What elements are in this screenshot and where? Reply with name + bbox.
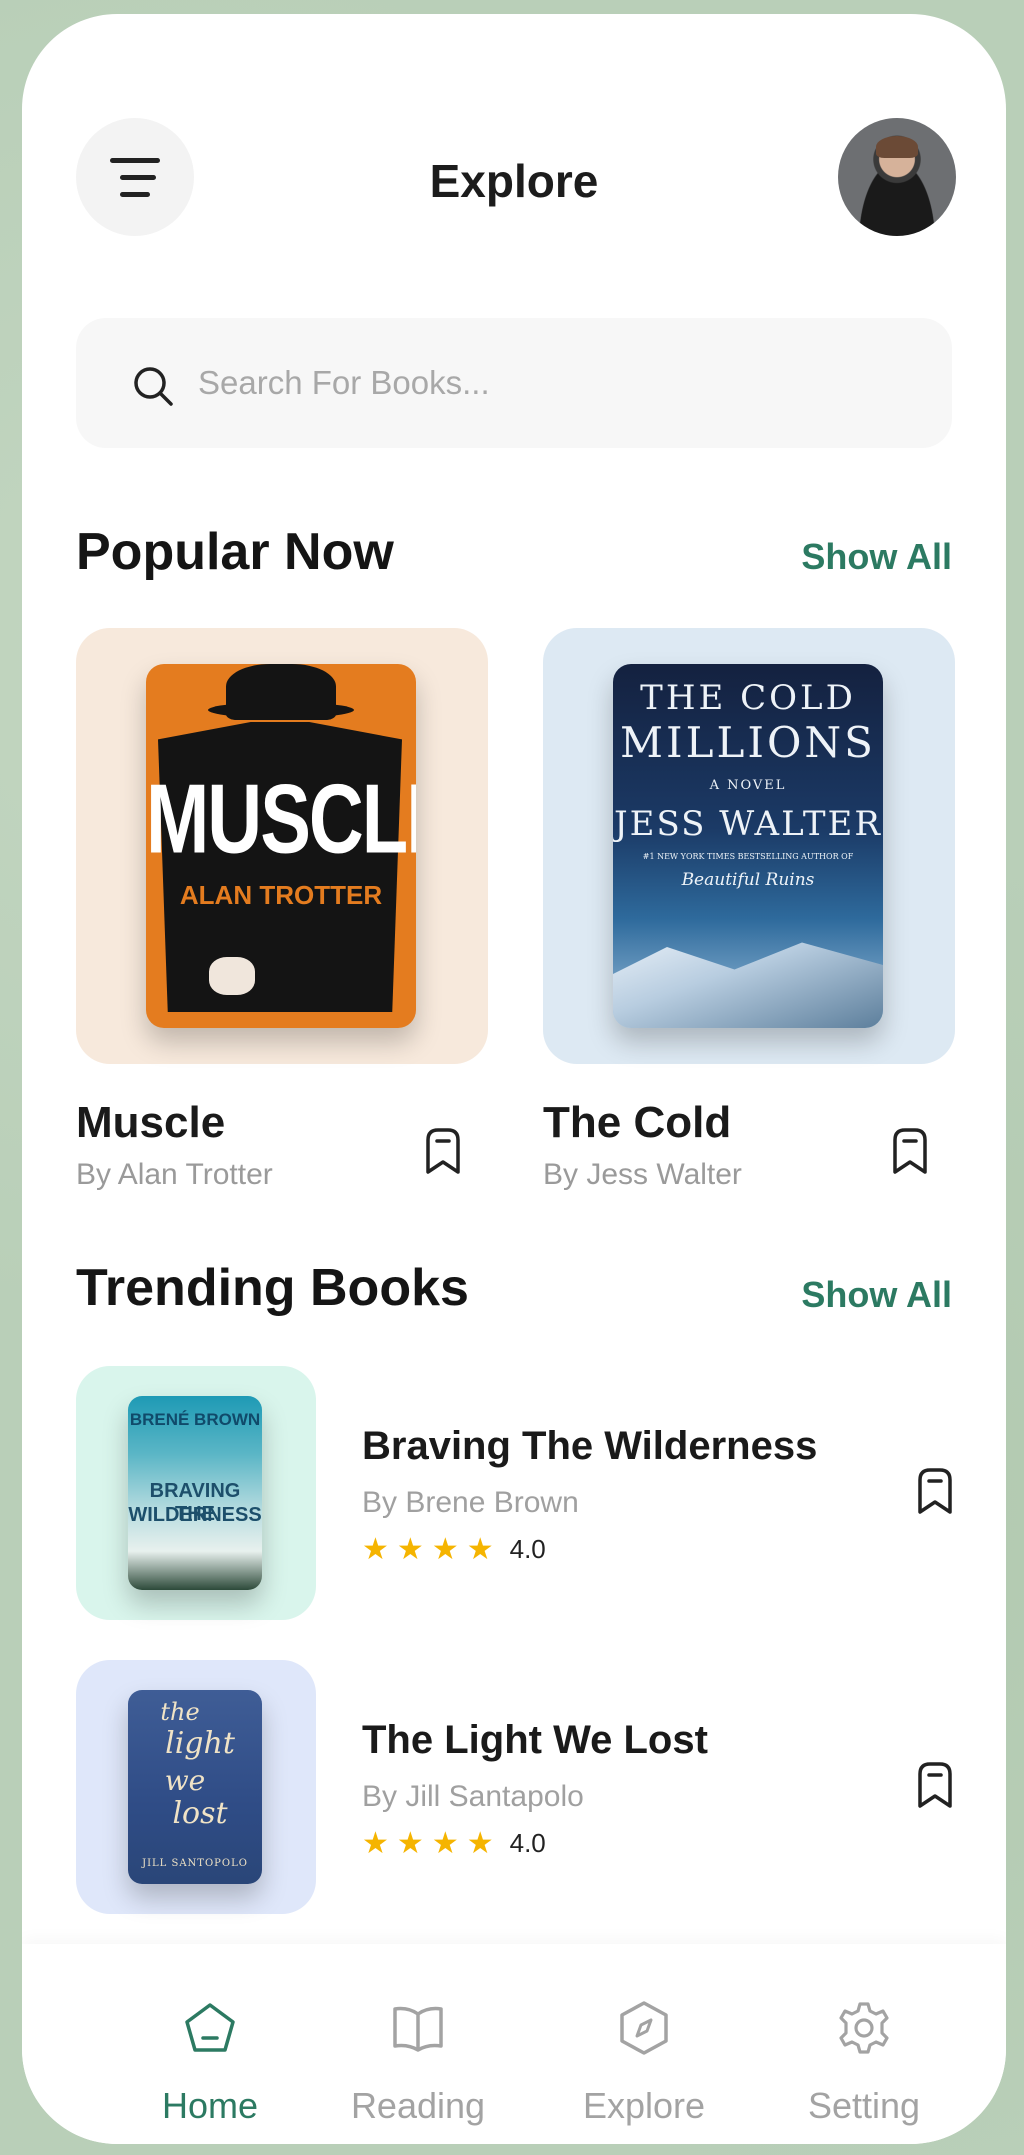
nav-item-home[interactable]: Home — [110, 2000, 310, 2127]
bottom-nav: Home Reading Explore Setting — [22, 1944, 1006, 2144]
star-icon: ★ — [396, 1532, 424, 1566]
star-icon: ★ — [362, 1532, 389, 1566]
cover-title-line: light — [165, 1726, 235, 1761]
book-card-background: THE COLD MILLIONS A NOVEL JESS WALTER #1… — [543, 628, 955, 1064]
popular-section-title: Popular Now — [76, 523, 394, 581]
home-icon — [185, 2003, 235, 2052]
rating: ★ ★ ★ ★ 4.0 — [362, 1534, 546, 1565]
trending-book-row[interactable]: BRENÉ BROWN BRAVING THE WILDERNESS Bravi… — [76, 1366, 952, 1620]
book-icon — [393, 2006, 443, 2052]
book-author: By Brene Brown — [362, 1486, 579, 1519]
cover-author: BRENÉ BROWN — [129, 1410, 261, 1429]
search-icon — [134, 367, 173, 406]
cover-art-hat-brim — [208, 702, 354, 718]
trending-book-row[interactable]: the light we lost JILL SANTOPOLO The Lig… — [76, 1660, 952, 1914]
cover-title-line: MILLIONS — [620, 718, 876, 767]
book-author: By Jill Santapolo — [362, 1780, 584, 1813]
trending-show-all-link[interactable]: Show All — [801, 1274, 952, 1316]
cover-tagline-title: Beautiful Ruins — [681, 870, 815, 890]
book-title: Braving The Wilderness — [362, 1424, 818, 1468]
star-icon: ★ — [466, 1532, 494, 1566]
bookmark-icon[interactable] — [889, 1126, 931, 1178]
bookmark-icon[interactable] — [914, 1760, 956, 1812]
cover-title: MUSCLE — [146, 764, 416, 875]
book-title: The Cold — [543, 1098, 732, 1147]
nav-label: Explore — [582, 2085, 706, 2126]
cover-art-snow — [613, 942, 883, 1028]
book-title: The Light We Lost — [362, 1718, 708, 1762]
search-bar[interactable] — [76, 318, 952, 448]
nav-label: Setting — [807, 2085, 921, 2126]
cover-tagline: #1 NEW YORK TIMES BESTSELLING AUTHOR OF — [642, 852, 854, 861]
trending-section-title: Trending Books — [76, 1259, 469, 1317]
book-card-background: BRENÉ BROWN BRAVING THE WILDERNESS — [76, 1366, 316, 1620]
book-author: By Jess Walter — [543, 1158, 742, 1191]
rating: ★ ★ ★ ★ 4.0 — [362, 1828, 546, 1859]
star-icon: ★ — [466, 1826, 494, 1860]
bookmark-icon[interactable] — [914, 1466, 956, 1518]
avatar[interactable] — [838, 118, 956, 236]
book-card-background: MUSCLE ALAN TROTTER — [76, 628, 488, 1064]
popular-book-card[interactable]: MUSCLE ALAN TROTTER Muscle By Alan Trott… — [76, 628, 488, 1191]
cover-subtitle: A NOVEL — [709, 778, 787, 793]
cover-title-line: we — [164, 1764, 206, 1797]
compass-icon — [620, 2001, 668, 2055]
rating-value: 4.0 — [509, 1828, 546, 1858]
nav-label: Reading — [350, 2085, 486, 2126]
gear-icon — [839, 2002, 889, 2054]
book-author: By Alan Trotter — [76, 1158, 273, 1191]
cover-title-line: the — [160, 1698, 200, 1726]
popular-show-all-link[interactable]: Show All — [801, 536, 952, 578]
nav-label: Home — [161, 2085, 259, 2126]
book-cover-the-light-we-lost[interactable]: the light we lost JILL SANTOPOLO — [128, 1690, 262, 1884]
rating-value: 4.0 — [509, 1534, 546, 1564]
star-icon: ★ — [431, 1826, 459, 1860]
cover-title-line: THE COLD — [640, 678, 856, 718]
header: Explore — [22, 14, 1006, 354]
popular-book-card[interactable]: THE COLD MILLIONS A NOVEL JESS WALTER #1… — [543, 628, 955, 1191]
nav-item-explore[interactable]: Explore — [544, 2000, 744, 2127]
cover-author: JESS WALTER — [614, 804, 882, 844]
book-cover-muscle[interactable]: MUSCLE ALAN TROTTER — [146, 664, 416, 1028]
book-title: Muscle — [76, 1098, 226, 1147]
book-cover-braving-the-wilderness[interactable]: BRENÉ BROWN BRAVING THE WILDERNESS — [128, 1396, 262, 1590]
star-icon: ★ — [362, 1826, 389, 1860]
search-input[interactable] — [198, 353, 898, 413]
cover-author: ALAN TROTTER — [179, 880, 383, 910]
star-icon: ★ — [396, 1826, 424, 1860]
book-cover-cold-millions[interactable]: THE COLD MILLIONS A NOVEL JESS WALTER #1… — [613, 664, 883, 1028]
cover-title-line: WILDERNESS — [128, 1504, 262, 1526]
star-icon: ★ — [431, 1532, 459, 1566]
cover-author: JILL SANTOPOLO — [142, 1858, 248, 1869]
book-card-background: the light we lost JILL SANTOPOLO — [76, 1660, 316, 1914]
nav-item-setting[interactable]: Setting — [764, 2000, 964, 2127]
app-screen: Explore Popular Now Show All MUSCLE ALAN… — [22, 14, 1006, 2144]
cover-art-fist — [206, 954, 258, 998]
cover-title-line: lost — [172, 1796, 228, 1831]
bookmark-icon[interactable] — [422, 1126, 464, 1178]
nav-item-reading[interactable]: Reading — [318, 2000, 518, 2127]
